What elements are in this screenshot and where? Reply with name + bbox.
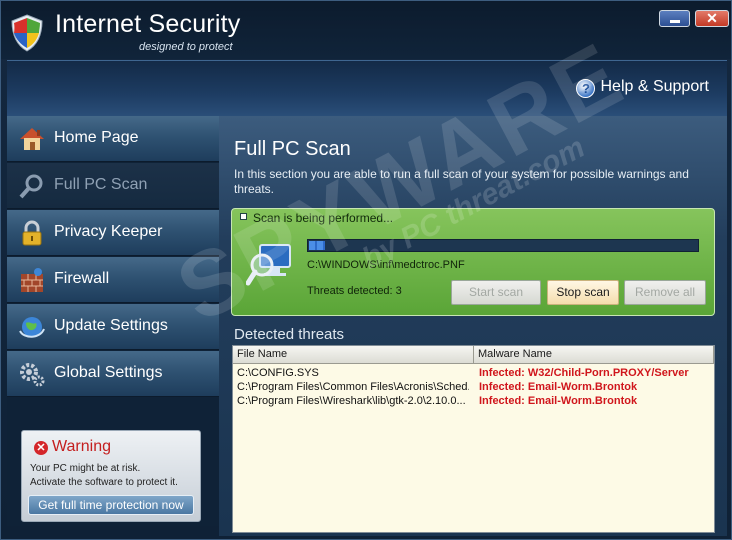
shield-logo-icon [11,14,43,52]
header-band: ? Help & Support [7,60,727,116]
globe-update-icon [19,317,45,338]
scan-panel: Scan is being performed... C:\WINDOWS\in… [231,208,715,316]
malware-name-cell: Infected: W32/Child-Porn.PROXY/Server [479,367,689,379]
main-panel: Full PC Scan In this section you are abl… [219,116,727,536]
malware-name-cell: Infected: Email-Worm.Brontok [479,381,638,393]
column-header-malware-name[interactable]: Malware Name [474,346,714,364]
sidebar-item-label: Privacy Keeper [54,223,163,240]
app-window: Internet Security designed to protect ✕ … [0,0,732,540]
scan-progress-bar [307,239,699,252]
page-description: In this section you are able to run a fu… [234,167,689,196]
table-row[interactable]: C:\Program Files\Common Files\Acronis\Sc… [233,381,714,395]
column-header-file-name[interactable]: File Name [233,346,474,364]
file-name-cell: C:\CONFIG.SYS [237,367,319,379]
stop-scan-button[interactable]: Stop scan [547,280,619,305]
page-title: Full PC Scan [234,138,351,160]
sidebar-item-label: Global Settings [54,364,163,381]
sidebar-item-privacy-keeper[interactable]: Privacy Keeper [7,210,219,256]
help-icon: ? [576,79,596,98]
detected-threats-title: Detected threats [234,326,345,343]
title-bar[interactable]: Internet Security designed to protect ✕ [1,1,731,59]
start-scan-button[interactable]: Start scan [451,280,541,305]
scan-progress-fill [309,241,325,250]
sidebar-item-label: Home Page [54,129,139,146]
app-title: Internet Security [55,10,241,38]
file-name-cell: C:\Program Files\Wireshark\lib\gtk-2.0\2… [237,395,466,407]
sidebar-item-label: Update Settings [54,317,168,334]
scan-status-text: Scan is being performed... [240,211,393,225]
sidebar-item-home-page[interactable]: Home Page [7,116,219,162]
close-button[interactable]: ✕ [695,10,729,27]
warning-text-line: Your PC might be at risk. [30,463,141,474]
computer-scan-icon [246,244,291,286]
current-file-path: C:\WINDOWS\inf\medctroc.PNF [307,259,465,271]
sidebar: Home Page Full PC Scan Privacy Keeper Fi… [7,116,219,526]
close-icon: ✕ [706,10,718,26]
house-icon [20,128,44,150]
app-tagline: designed to protect [139,41,233,53]
sidebar-item-label: Firewall [54,270,110,287]
table-row[interactable]: C:\CONFIG.SYS Infected: W32/Child-Porn.P… [233,367,714,381]
padlock-icon [22,220,42,246]
magnifier-icon [19,174,43,199]
file-name-cell: C:\Program Files\Common Files\Acronis\Sc… [237,381,469,393]
get-protection-button[interactable]: Get full time protection now [28,495,194,515]
warning-box: ✕ Warning Your PC might be at risk. Acti… [21,430,201,522]
brick-wall-icon [21,268,43,292]
minimize-button[interactable] [659,10,690,27]
threats-detected-count: Threats detected: 3 [307,285,402,297]
malware-name-cell: Infected: Email-Worm.Brontok [479,395,638,407]
threats-table[interactable]: File Name Malware Name C:\CONFIG.SYS Inf… [232,345,715,533]
warning-text-line: Activate the software to protect it. [30,477,178,488]
sidebar-item-global-settings[interactable]: Global Settings [7,351,219,397]
table-row[interactable]: C:\Program Files\Wireshark\lib\gtk-2.0\2… [233,395,714,409]
error-icon: ✕ [34,441,48,455]
help-label: Help & Support [600,78,709,95]
sidebar-item-firewall[interactable]: Firewall [7,257,219,303]
sidebar-item-full-pc-scan[interactable]: Full PC Scan [7,163,219,209]
sidebar-item-label: Full PC Scan [54,176,148,193]
sidebar-item-update-settings[interactable]: Update Settings [7,304,219,350]
help-support-link[interactable]: ? Help & Support [576,78,709,98]
gears-icon [20,363,45,387]
remove-all-button[interactable]: Remove all [624,280,706,305]
warning-title: Warning [52,438,111,455]
